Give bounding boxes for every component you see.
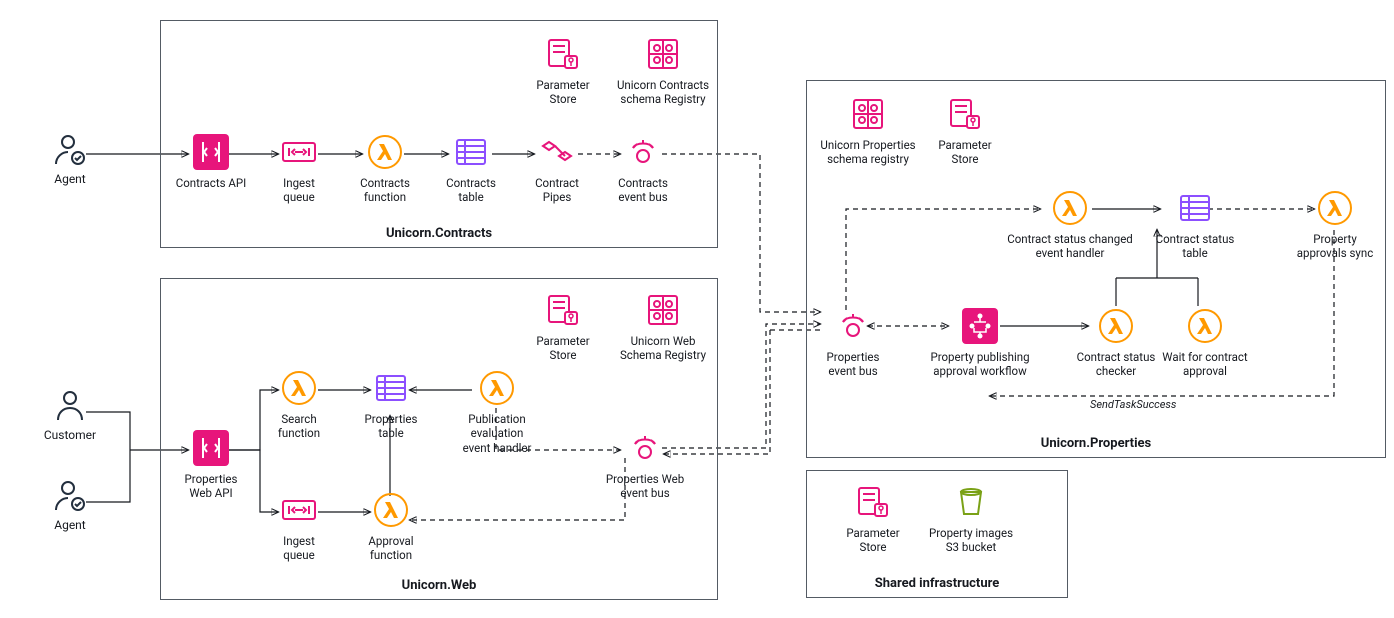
node-label: Contracts API (166, 176, 256, 190)
lambda-icon (1052, 190, 1088, 226)
node-contracts-event-bus: Contracts event bus (598, 134, 688, 205)
node-properties-web-api: Properties Web API (166, 430, 256, 501)
schema-registry-icon (645, 292, 681, 328)
node-label: Properties event bus (808, 350, 898, 379)
lambda-icon (281, 370, 317, 406)
node-label: Parameter Store (518, 78, 608, 107)
node-approvals-sync: Property approvals sync (1290, 190, 1380, 261)
node-props-schema: Unicorn Properties schema registry (808, 96, 928, 167)
parameter-store-icon (545, 36, 581, 72)
lambda-icon (1098, 308, 1134, 344)
node-contracts-table: Contracts table (426, 134, 516, 205)
eventbridge-icon (627, 430, 663, 466)
node-label: Ingest queue (254, 534, 344, 563)
box-title: Shared infrastructure (807, 576, 1067, 591)
parameter-store-icon (855, 484, 891, 520)
node-label: Search function (254, 412, 344, 441)
node-label: Unicorn Contracts schema Registry (608, 78, 718, 107)
node-param-store-web: Parameter Store (518, 292, 608, 363)
actor-label: Agent (30, 172, 110, 187)
node-label: Parameter Store (828, 526, 918, 555)
node-properties-table: Properties table (346, 370, 436, 441)
box-title: Unicorn.Contracts (161, 226, 717, 241)
user-check-icon (52, 478, 88, 514)
node-label: Contracts event bus (598, 176, 688, 205)
dynamodb-icon (453, 134, 489, 170)
box-title: Unicorn.Web (161, 578, 717, 593)
sqs-icon (281, 492, 317, 528)
user-icon (52, 388, 88, 424)
actor-label: Agent (30, 518, 110, 533)
lambda-icon (373, 492, 409, 528)
node-label: Wait for contract approval (1150, 350, 1260, 379)
lambda-icon (1187, 308, 1223, 344)
node-wait-contract-approval: Wait for contract approval (1150, 308, 1260, 379)
node-pub-eval-handler: Publication evaluation event handler (452, 370, 542, 455)
node-s3-bucket: Property images S3 bucket (916, 484, 1026, 555)
node-schema-contracts: Unicorn Contracts schema Registry (608, 36, 718, 107)
sqs-icon (281, 134, 317, 170)
node-contract-pipes: Contract Pipes (512, 134, 602, 205)
node-contracts-api: Contracts API (166, 134, 256, 190)
node-schema-web: Unicorn Web Schema Registry (608, 292, 718, 363)
node-label: Parameter Store (518, 334, 608, 363)
eventbridge-icon (835, 308, 871, 344)
node-label: Parameter Store (920, 138, 1010, 167)
node-label: Properties Web event bus (590, 472, 700, 501)
node-label: Publication evaluation event handler (452, 412, 542, 455)
node-label: Contract status changed event handler (1000, 232, 1140, 261)
actor-label: Customer (30, 428, 110, 443)
node-label: Property publishing approval workflow (920, 350, 1040, 379)
node-label: Contracts table (426, 176, 516, 205)
parameter-store-icon (947, 96, 983, 132)
node-ingest-queue-web: Ingest queue (254, 492, 344, 563)
node-label: Approval function (346, 534, 436, 563)
eventbridge-pipes-icon (539, 134, 575, 170)
dynamodb-icon (1177, 190, 1213, 226)
node-label: Property images S3 bucket (916, 526, 1026, 555)
node-web-event-bus: Properties Web event bus (590, 430, 700, 501)
node-label: Properties table (346, 412, 436, 441)
node-props-param: Parameter Store (920, 96, 1010, 167)
node-label: Ingest queue (254, 176, 344, 205)
lambda-icon (479, 370, 515, 406)
node-status-changed-handler: Contract status changed event handler (1000, 190, 1140, 261)
actor-customer: Customer (30, 388, 110, 443)
api-gateway-icon (193, 134, 229, 170)
node-label: Unicorn Properties schema registry (808, 138, 928, 167)
node-ingest-queue: Ingest queue (254, 134, 344, 205)
stepfunctions-icon (962, 308, 998, 344)
schema-registry-icon (850, 96, 886, 132)
node-search-function: Search function (254, 370, 344, 441)
lambda-icon (1317, 190, 1353, 226)
node-status-table: Contract status table (1140, 190, 1250, 261)
actor-agent-bottom: Agent (30, 478, 110, 533)
node-label: Contracts function (340, 176, 430, 205)
parameter-store-icon (545, 292, 581, 328)
box-title: Unicorn.Properties (807, 436, 1385, 451)
node-label: Properties Web API (166, 472, 256, 501)
actor-agent-top: Agent (30, 132, 110, 187)
sendtask-label: SendTaskSuccess (1090, 398, 1176, 411)
eventbridge-icon (625, 134, 661, 170)
s3-bucket-icon (953, 484, 989, 520)
node-props-event-bus: Properties event bus (808, 308, 898, 379)
node-label: Contract status table (1140, 232, 1250, 261)
node-contracts-function: Contracts function (340, 134, 430, 205)
node-label: Contract Pipes (512, 176, 602, 205)
node-label: Unicorn Web Schema Registry (608, 334, 718, 363)
node-publishing-workflow: Property publishing approval workflow (920, 308, 1040, 379)
node-label: Property approvals sync (1290, 232, 1380, 261)
schema-registry-icon (645, 36, 681, 72)
node-param-store-contracts: Parameter Store (518, 36, 608, 107)
lambda-icon (367, 134, 403, 170)
api-gateway-icon (193, 430, 229, 466)
node-approval-function: Approval function (346, 492, 436, 563)
node-shared-param: Parameter Store (828, 484, 918, 555)
dynamodb-icon (373, 370, 409, 406)
user-check-icon (52, 132, 88, 168)
